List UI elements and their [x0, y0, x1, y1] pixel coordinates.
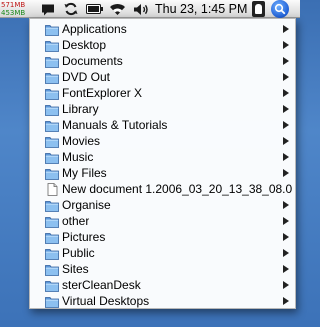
menu-item-label: Sites	[62, 262, 89, 276]
folder-icon	[45, 167, 59, 180]
submenu-arrow-icon	[283, 265, 289, 273]
menubar-clock[interactable]: Thu 23, 1:45 PM	[155, 2, 247, 16]
battery-icon[interactable]	[86, 2, 104, 16]
menu-item[interactable]: Pictures	[30, 229, 295, 245]
spotlight-search-icon[interactable]	[271, 0, 289, 18]
menu-item-label: Manuals & Tutorials	[62, 118, 168, 132]
memory-used-label: 571MB	[1, 1, 26, 9]
submenu-arrow-icon	[283, 57, 289, 65]
menu-item[interactable]: New document 1.2006_03_20_13_38_08.0	[30, 181, 295, 197]
menu-item[interactable]: Virtual Desktops	[30, 293, 295, 309]
menu-item-label: My Files	[62, 166, 107, 180]
menu-item-label: Organise	[62, 198, 111, 212]
submenu-arrow-icon	[283, 201, 289, 209]
menu-item[interactable]: Library	[30, 101, 295, 117]
menu-item[interactable]: sterCleanDesk	[30, 277, 295, 293]
submenu-arrow-icon	[283, 137, 289, 145]
menu-item-label: sterCleanDesk	[62, 278, 141, 292]
menu-bar: 571MB 453MB Thu 23, 1:45 PM	[0, 0, 300, 18]
menu-item[interactable]: My Files	[30, 165, 295, 181]
menu-item-label: other	[62, 214, 90, 228]
menu-item-label: Movies	[62, 134, 101, 148]
menu-item-label: FontExplorer X	[62, 86, 143, 100]
submenu-arrow-icon	[283, 217, 289, 225]
folder-icon	[45, 263, 59, 276]
folder-icon	[45, 247, 59, 260]
folder-icon	[45, 103, 59, 116]
submenu-arrow-icon	[283, 249, 289, 257]
memory-monitor[interactable]: 571MB 453MB	[1, 0, 35, 18]
menu-item-label: Documents	[62, 54, 123, 68]
user-icon[interactable]	[252, 1, 265, 17]
folder-icon	[45, 279, 59, 292]
submenu-arrow-icon	[283, 281, 289, 289]
chat-icon[interactable]	[40, 2, 56, 16]
folder-icon	[45, 71, 59, 84]
menu-item-label: DVD Out	[62, 70, 111, 84]
folder-icon	[45, 55, 59, 68]
menu-item-label: New document 1.2006_03_20_13_38_08.0	[62, 182, 293, 196]
menu-item[interactable]: FontExplorer X	[30, 85, 295, 101]
submenu-arrow-icon	[283, 25, 289, 33]
submenu-arrow-icon	[283, 169, 289, 177]
folder-icon	[45, 295, 59, 308]
sync-icon[interactable]	[63, 2, 79, 16]
submenu-arrow-icon	[283, 121, 289, 129]
submenu-arrow-icon	[283, 153, 289, 161]
menu-item[interactable]: Public	[30, 245, 295, 261]
memory-free-label: 453MB	[1, 9, 26, 17]
menu-item-label: Applications	[62, 22, 127, 36]
wifi-icon[interactable]	[108, 2, 126, 16]
menu-item-label: Virtual Desktops	[62, 294, 150, 308]
submenu-arrow-icon	[283, 233, 289, 241]
folder-icon	[45, 151, 59, 164]
folder-icon	[45, 199, 59, 212]
menu-item[interactable]: Movies	[30, 133, 295, 149]
menu-item-label: Library	[62, 102, 99, 116]
folder-dropdown-menu: Applications Desktop Documents DVD Out FontE…	[29, 18, 296, 309]
menu-item[interactable]: Documents	[30, 53, 295, 69]
folder-icon	[45, 231, 59, 244]
menu-item[interactable]: Applications	[30, 21, 295, 37]
folder-icon	[45, 119, 59, 132]
menu-item-label: Music	[62, 150, 94, 164]
document-icon	[45, 182, 59, 196]
menu-item[interactable]: Manuals & Tutorials	[30, 117, 295, 133]
menu-item-label: Public	[62, 246, 95, 260]
submenu-arrow-icon	[283, 297, 289, 305]
menu-item-label: Pictures	[62, 230, 106, 244]
menu-item[interactable]: DVD Out	[30, 69, 295, 85]
menu-item[interactable]: other	[30, 213, 295, 229]
folder-icon	[45, 87, 59, 100]
submenu-arrow-icon	[283, 41, 289, 49]
folder-icon	[45, 135, 59, 148]
folder-icon	[45, 215, 59, 228]
folder-icon	[45, 23, 59, 36]
folder-icon	[45, 39, 59, 52]
menu-item-label: Desktop	[62, 38, 107, 52]
volume-icon[interactable]	[132, 2, 150, 16]
submenu-arrow-icon	[283, 73, 289, 81]
submenu-arrow-icon	[283, 89, 289, 97]
menu-item[interactable]: Sites	[30, 261, 295, 277]
menu-item[interactable]: Music	[30, 149, 295, 165]
menu-item[interactable]: Desktop	[30, 37, 295, 53]
submenu-arrow-icon	[283, 105, 289, 113]
menu-item[interactable]: Organise	[30, 197, 295, 213]
